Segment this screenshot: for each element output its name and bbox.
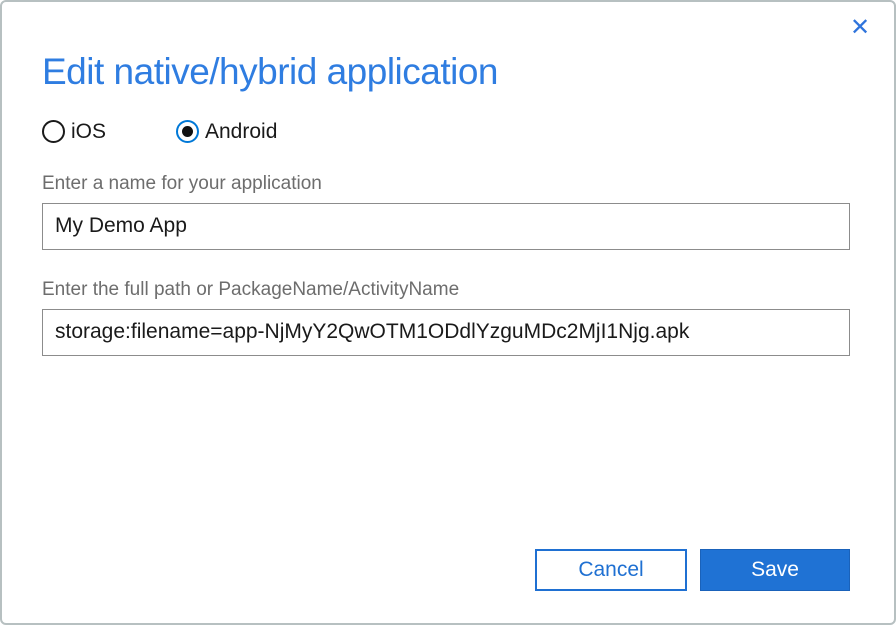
dialog-footer: Cancel Save <box>535 549 850 591</box>
android-radio-selected-dot <box>182 126 193 137</box>
path-field-label: Enter the full path or PackageName/Activ… <box>42 279 850 301</box>
application-name-input[interactable] <box>42 203 850 250</box>
save-button[interactable]: Save <box>700 549 850 591</box>
application-path-input[interactable] <box>42 309 850 356</box>
dialog-content: Edit native/hybrid application iOS Andro… <box>2 52 894 356</box>
cancel-button[interactable]: Cancel <box>535 549 687 591</box>
android-radio-icon[interactable] <box>176 120 199 143</box>
radio-option-android[interactable]: Android <box>176 120 277 144</box>
edit-application-dialog: ✕ Edit native/hybrid application iOS And… <box>0 0 896 625</box>
close-button[interactable]: ✕ <box>844 12 876 44</box>
platform-radio-group: iOS Android <box>42 120 850 144</box>
close-icon: ✕ <box>850 16 870 40</box>
ios-radio-label: iOS <box>71 120 106 144</box>
dialog-title: Edit native/hybrid application <box>42 52 850 93</box>
name-field-label: Enter a name for your application <box>42 173 850 195</box>
radio-option-ios[interactable]: iOS <box>42 120 176 144</box>
android-radio-label: Android <box>205 120 277 144</box>
ios-radio-icon[interactable] <box>42 120 65 143</box>
